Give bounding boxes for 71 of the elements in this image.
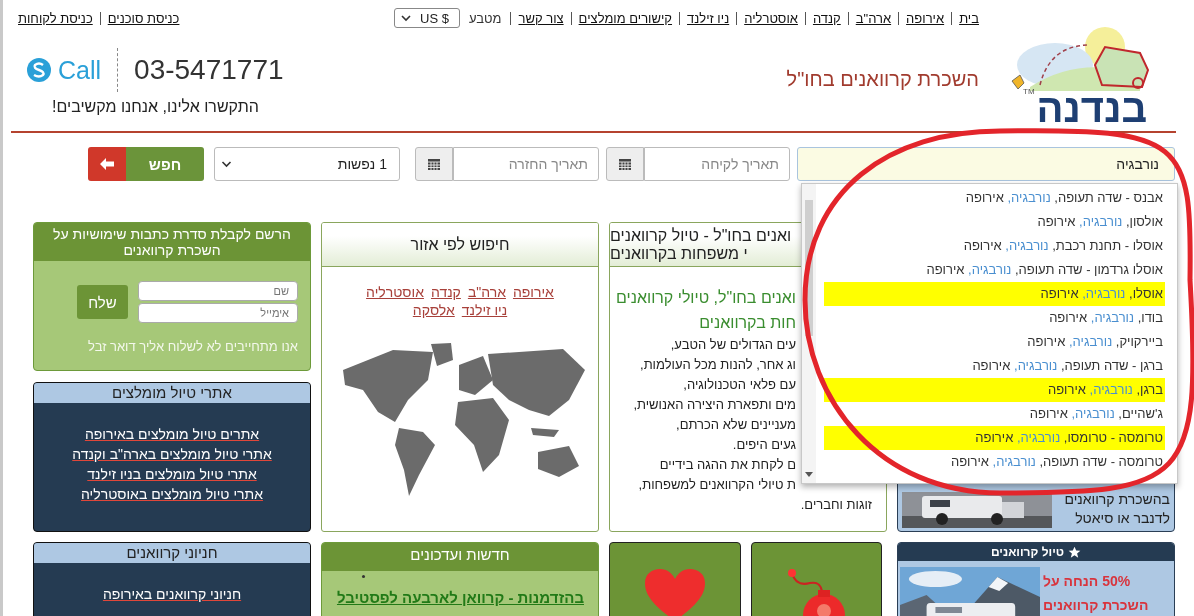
panel-title: חיפוש לפי אזור xyxy=(410,235,510,254)
newsletter-note: אנו מתחייבים לא לשלוח אליך דואר זבל xyxy=(88,339,298,354)
pickup-date-field[interactable]: תאריך לקיחה xyxy=(644,147,790,181)
nav-link[interactable]: קישורים מומלצים xyxy=(570,11,680,25)
nav-link[interactable]: אירופה xyxy=(898,11,952,25)
site-link[interactable]: אתרים טיול מומלצים באירופה xyxy=(84,425,260,444)
suggestion-item[interactable]: אוסלו, נורבגיה, אירופה xyxy=(824,282,1165,306)
tagline: השכרת קרוואנים בחו"ל xyxy=(786,68,979,91)
suggestion-item[interactable]: ג'שהיים, נורבגיה, אירופה xyxy=(824,402,1165,426)
featured-text: בהשכרת קרוואנים xyxy=(1064,490,1170,509)
trademark-mark: TM xyxy=(1023,87,1035,96)
nav-link[interactable]: בית xyxy=(951,11,979,25)
site-link[interactable]: אתרי טיול מומלצים בארה"ב וקנדה xyxy=(72,445,272,464)
site-link[interactable]: אתרי טיול מומלצים באוסטרליה xyxy=(81,485,263,504)
contact-note: התקשרו אלינו, אנחנו מקשיבים! xyxy=(52,98,259,116)
suggestion-item[interactable]: בודו, נורבגיה, אירופה xyxy=(824,306,1165,330)
article-text: זוגות וחברים. xyxy=(800,496,872,514)
panel-title: חניוני קרוואנים xyxy=(126,544,218,561)
search-button[interactable]: חפש xyxy=(88,147,204,181)
article-text: וג אחר, להנות מכל העולמות, xyxy=(640,356,796,374)
nav-link[interactable]: ארה"ב xyxy=(847,11,899,25)
campsite-link[interactable]: חניוני קרוואנים באירופה xyxy=(102,585,242,604)
article-heading: חות בקרוואנים xyxy=(699,313,796,333)
site-link[interactable]: אתרי טיול מומלצים בניו זילנד xyxy=(87,465,257,484)
account-link[interactable]: כניסת לקוחות xyxy=(18,11,100,25)
region-link[interactable]: ניו זילנד xyxy=(461,302,508,318)
nav-link[interactable]: קנדה xyxy=(804,11,848,25)
article-text: עים הגדולים של הטבע, xyxy=(670,336,796,354)
suggestion-item[interactable]: טרומסה - טרומסו, נורבגיה, אירופה xyxy=(824,426,1165,450)
currency-label: מטבע xyxy=(468,10,503,26)
panel-title: אתרי טיול מומלצים xyxy=(112,384,232,401)
suggestion-item[interactable]: אוסלו - תחנת רכבת, נורבגיה, אירופה xyxy=(824,234,1165,258)
article-title: ואנים בחו"ל - טיול קרוואנים xyxy=(610,226,792,245)
passengers-select[interactable]: 1 נפשות xyxy=(214,147,400,181)
article-text: עם פלאי הטכנולוגיה, xyxy=(683,376,796,394)
suggestion-item[interactable]: ברגן, נורבגיה, אירופה xyxy=(824,378,1165,402)
panel-title: טיול קרוואנים xyxy=(990,545,1065,559)
article-text: מעניינים שלא הכרתם, xyxy=(676,416,796,434)
nav-link[interactable]: ניו זילנד xyxy=(679,11,737,25)
suggestion-item[interactable]: אבנס - שדה תעופה, נורבגיה, אירופה xyxy=(824,186,1165,210)
article-text: ם לקחת את ההגה בידיים xyxy=(659,456,796,474)
destination-field[interactable]: נורבגיה xyxy=(797,147,1175,181)
region-link[interactable]: ארה"ב xyxy=(467,284,506,300)
logo-text: בנדנה xyxy=(1036,87,1147,129)
account-link[interactable]: כניסת סוכנים xyxy=(99,11,180,25)
region-link[interactable]: אוסטרליה xyxy=(366,284,424,300)
featured-text: לדנבר או סיאטל xyxy=(1074,509,1170,528)
return-date-field[interactable]: תאריך החזרה xyxy=(453,147,599,181)
currency-select[interactable]: US $ xyxy=(394,8,460,28)
nav-link[interactable]: אוסטרליה xyxy=(736,11,805,25)
region-link[interactable]: קנדה xyxy=(430,284,461,300)
suggestion-item[interactable]: אוסלו גרדמון - שדה תעופה, נורבגיה, אירופה xyxy=(824,258,1165,282)
region-link[interactable]: אירופה xyxy=(512,284,554,300)
email-field[interactable]: אימייל xyxy=(138,303,298,323)
send-button[interactable]: שלח xyxy=(77,285,128,319)
phone-number: 03-5471771 xyxy=(134,54,284,86)
offer-text: 50% הנחה על השכרת קרוואנים xyxy=(1043,572,1150,615)
article-text: מים ותפארת היצירה האנושית, xyxy=(633,396,796,414)
suggestion-item[interactable]: ברגן - שדה תעופה, נורבגיה, אירופה xyxy=(824,354,1165,378)
suggestion-item[interactable]: טרומסה - שדה תעופה, נורבגיה, אירופה xyxy=(824,450,1165,474)
region-link[interactable]: אלסקה xyxy=(412,302,455,318)
nav-link[interactable]: צור קשר xyxy=(510,11,571,25)
article-text: ת טיולי הקרוואנים למשפחות, xyxy=(638,476,796,494)
suggestion-item[interactable]: ביירקויק, נורבגיה, אירופה xyxy=(824,330,1165,354)
article-text: געים היפים. xyxy=(732,436,796,454)
article-heading: ואנים בחו"ל, טיולי קרוואנים xyxy=(616,288,796,308)
panel-title: הרשם לקבלת סדרת כתבות שימושיות על השכרת קרוואנים xyxy=(53,226,291,258)
panel-title: חדשות ועדכונים xyxy=(410,546,510,563)
suggestion-item[interactable]: אולסון, נורבגיה, אירופה xyxy=(824,210,1165,234)
name-field[interactable]: שם xyxy=(138,281,298,301)
article-title: י משפחות בקרוואנים xyxy=(610,244,748,263)
